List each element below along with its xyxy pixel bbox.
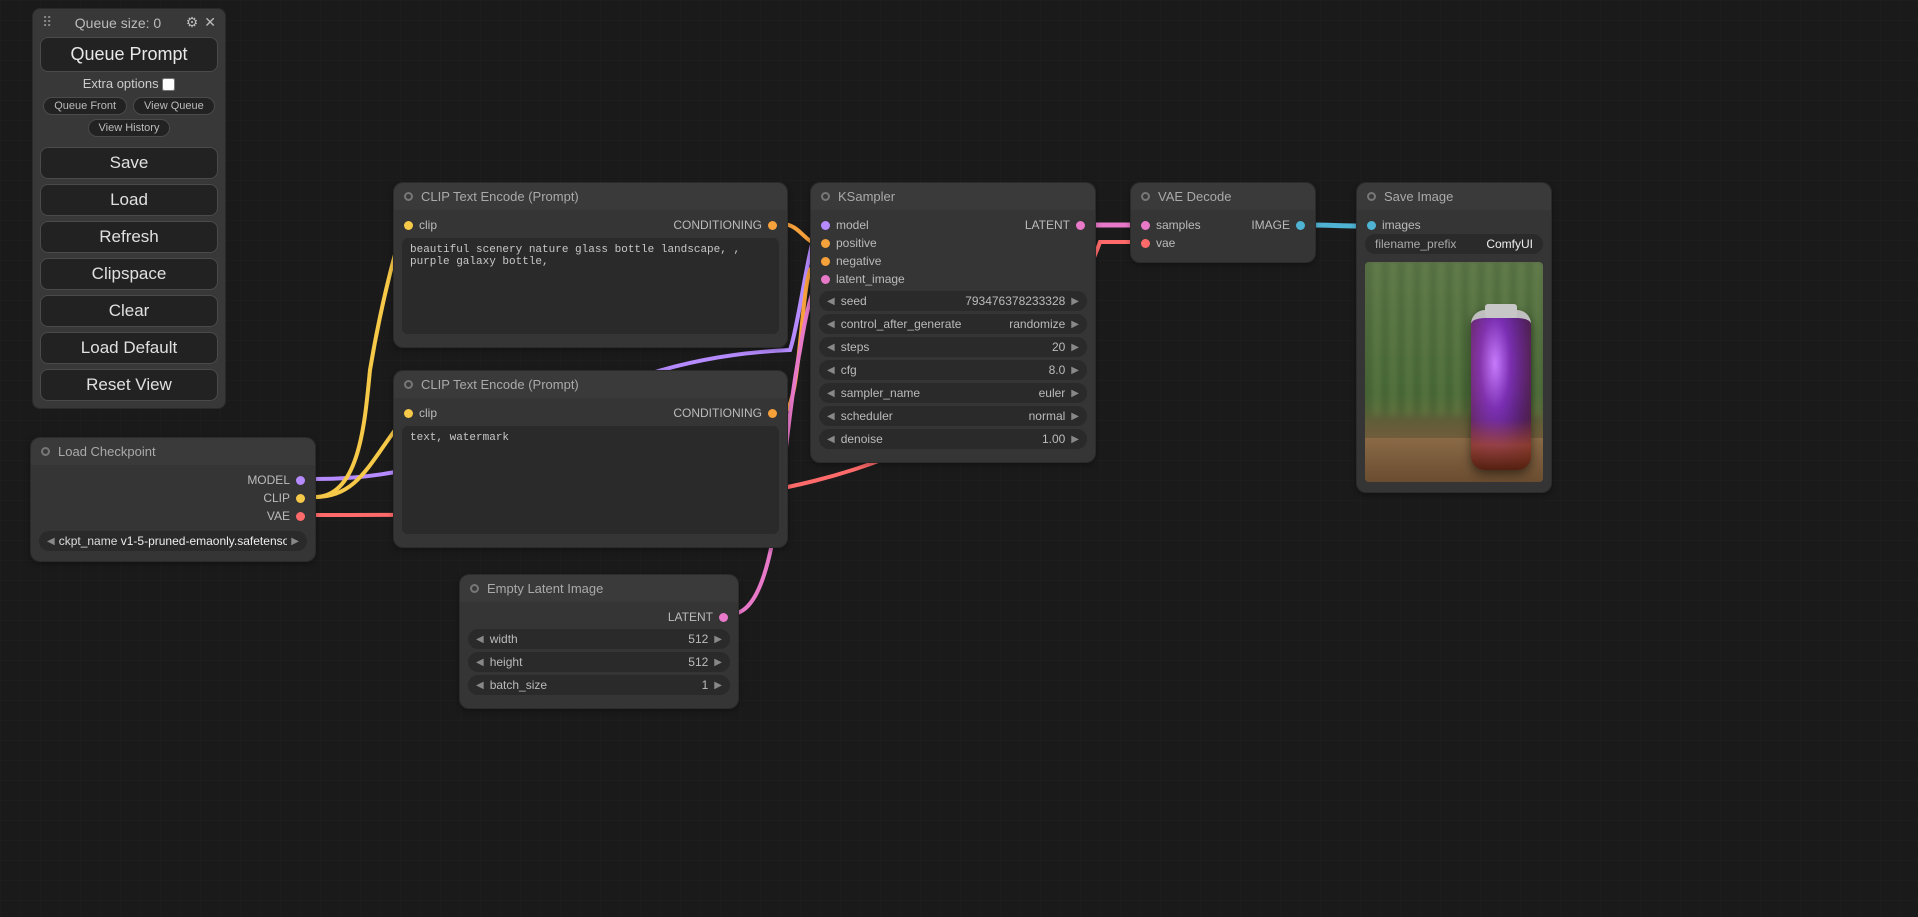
input-clip[interactable]: clip: [404, 406, 437, 420]
param-control-after-generate[interactable]: ◀control_after_generaterandomize▶: [819, 314, 1087, 334]
load-button[interactable]: Load: [40, 184, 218, 216]
node-clip-positive[interactable]: CLIP Text Encode (Prompt) clip CONDITION…: [393, 182, 788, 348]
drag-handle-icon[interactable]: ⠿: [42, 14, 50, 31]
node-header[interactable]: CLIP Text Encode (Prompt): [394, 183, 787, 210]
collapse-icon[interactable]: [821, 192, 830, 201]
input-clip[interactable]: clip: [404, 218, 437, 232]
control-panel[interactable]: ⠿ Queue size: 0 ⚙ ✕ Queue Prompt Extra o…: [32, 8, 226, 409]
node-header[interactable]: KSampler: [811, 183, 1095, 210]
chevron-right-icon[interactable]: ▶: [291, 536, 299, 547]
output-vae[interactable]: VAE: [267, 509, 305, 523]
load-default-button[interactable]: Load Default: [40, 332, 218, 364]
node-title: CLIP Text Encode (Prompt): [421, 189, 579, 204]
node-title: Empty Latent Image: [487, 581, 603, 596]
chevron-left-icon[interactable]: ◀: [47, 536, 55, 547]
extra-options-checkbox[interactable]: [162, 78, 175, 91]
param-cfg[interactable]: ◀cfg8.0▶: [819, 360, 1087, 380]
output-image-preview[interactable]: [1365, 262, 1543, 482]
prompt-textarea[interactable]: [402, 426, 779, 534]
collapse-icon[interactable]: [404, 380, 413, 389]
prompt-textarea[interactable]: [402, 238, 779, 334]
input-negative[interactable]: negative: [821, 254, 881, 268]
node-header[interactable]: CLIP Text Encode (Prompt): [394, 371, 787, 398]
queue-prompt-button[interactable]: Queue Prompt: [40, 37, 218, 72]
collapse-icon[interactable]: [404, 192, 413, 201]
node-save-image[interactable]: Save Image images filename_prefix ComfyU…: [1356, 182, 1552, 493]
queue-front-button[interactable]: Queue Front: [43, 97, 127, 115]
collapse-icon[interactable]: [41, 447, 50, 456]
view-history-button[interactable]: View History: [88, 119, 171, 137]
param-height[interactable]: ◀height512▶: [468, 652, 730, 672]
node-header[interactable]: Empty Latent Image: [460, 575, 738, 602]
extra-options-row: Extra options: [40, 76, 218, 91]
output-clip[interactable]: CLIP: [263, 491, 305, 505]
clipspace-button[interactable]: Clipspace: [40, 258, 218, 290]
output-latent[interactable]: LATENT: [1025, 218, 1085, 232]
collapse-icon[interactable]: [470, 584, 479, 593]
node-title: Load Checkpoint: [58, 444, 156, 459]
node-title: KSampler: [838, 189, 895, 204]
output-image[interactable]: IMAGE: [1251, 218, 1305, 232]
reset-view-button[interactable]: Reset View: [40, 369, 218, 401]
node-ksampler[interactable]: KSampler model LATENT positive negative …: [810, 182, 1096, 463]
node-empty-latent[interactable]: Empty Latent Image LATENT ◀width512▶ ◀he…: [459, 574, 739, 709]
panel-header[interactable]: ⠿ Queue size: 0 ⚙ ✕: [40, 14, 218, 35]
node-load-checkpoint[interactable]: Load Checkpoint MODEL CLIP VAE ◀ ckpt_na…: [30, 437, 316, 562]
param-batch-size[interactable]: ◀batch_size1▶: [468, 675, 730, 695]
input-positive[interactable]: positive: [821, 236, 877, 250]
node-header[interactable]: VAE Decode: [1131, 183, 1315, 210]
node-header[interactable]: Save Image: [1357, 183, 1551, 210]
collapse-icon[interactable]: [1367, 192, 1376, 201]
output-conditioning[interactable]: CONDITIONING: [673, 218, 777, 232]
node-clip-negative[interactable]: CLIP Text Encode (Prompt) clip CONDITION…: [393, 370, 788, 548]
history-row: View History: [40, 119, 218, 137]
output-model[interactable]: MODEL: [247, 473, 305, 487]
bottle-icon: [1471, 310, 1531, 470]
node-header[interactable]: Load Checkpoint: [31, 438, 315, 465]
param-scheduler[interactable]: ◀schedulernormal▶: [819, 406, 1087, 426]
param-seed[interactable]: ◀seed793476378233328▶: [819, 291, 1087, 311]
ckpt-name-select[interactable]: ◀ ckpt_name v1-5-pruned-emaonly.safetens…: [39, 531, 307, 551]
output-conditioning[interactable]: CONDITIONING: [673, 406, 777, 420]
queue-row: Queue Front View Queue: [40, 97, 218, 115]
gear-icon[interactable]: ⚙: [186, 14, 199, 31]
button-list: Save Load Refresh Clipspace Clear Load D…: [40, 147, 218, 401]
input-samples[interactable]: samples: [1141, 218, 1201, 232]
clear-button[interactable]: Clear: [40, 295, 218, 327]
input-vae[interactable]: vae: [1141, 236, 1175, 250]
param-denoise[interactable]: ◀denoise1.00▶: [819, 429, 1087, 449]
node-title: VAE Decode: [1158, 189, 1231, 204]
collapse-icon[interactable]: [1141, 192, 1150, 201]
param-width[interactable]: ◀width512▶: [468, 629, 730, 649]
param-steps[interactable]: ◀steps20▶: [819, 337, 1087, 357]
save-button[interactable]: Save: [40, 147, 218, 179]
node-vae-decode[interactable]: VAE Decode samples IMAGE vae: [1130, 182, 1316, 263]
input-images[interactable]: images: [1367, 218, 1421, 232]
view-queue-button[interactable]: View Queue: [133, 97, 215, 115]
filename-prefix-field[interactable]: filename_prefix ComfyUI: [1365, 234, 1543, 254]
input-model[interactable]: model: [821, 218, 869, 232]
node-title: Save Image: [1384, 189, 1453, 204]
queue-size-label: Queue size: 0: [75, 15, 161, 31]
close-icon[interactable]: ✕: [204, 14, 216, 31]
node-title: CLIP Text Encode (Prompt): [421, 377, 579, 392]
param-sampler-name[interactable]: ◀sampler_nameeuler▶: [819, 383, 1087, 403]
input-latent-image[interactable]: latent_image: [821, 272, 905, 286]
output-latent[interactable]: LATENT: [668, 610, 728, 624]
refresh-button[interactable]: Refresh: [40, 221, 218, 253]
extra-options-label: Extra options: [83, 76, 159, 91]
